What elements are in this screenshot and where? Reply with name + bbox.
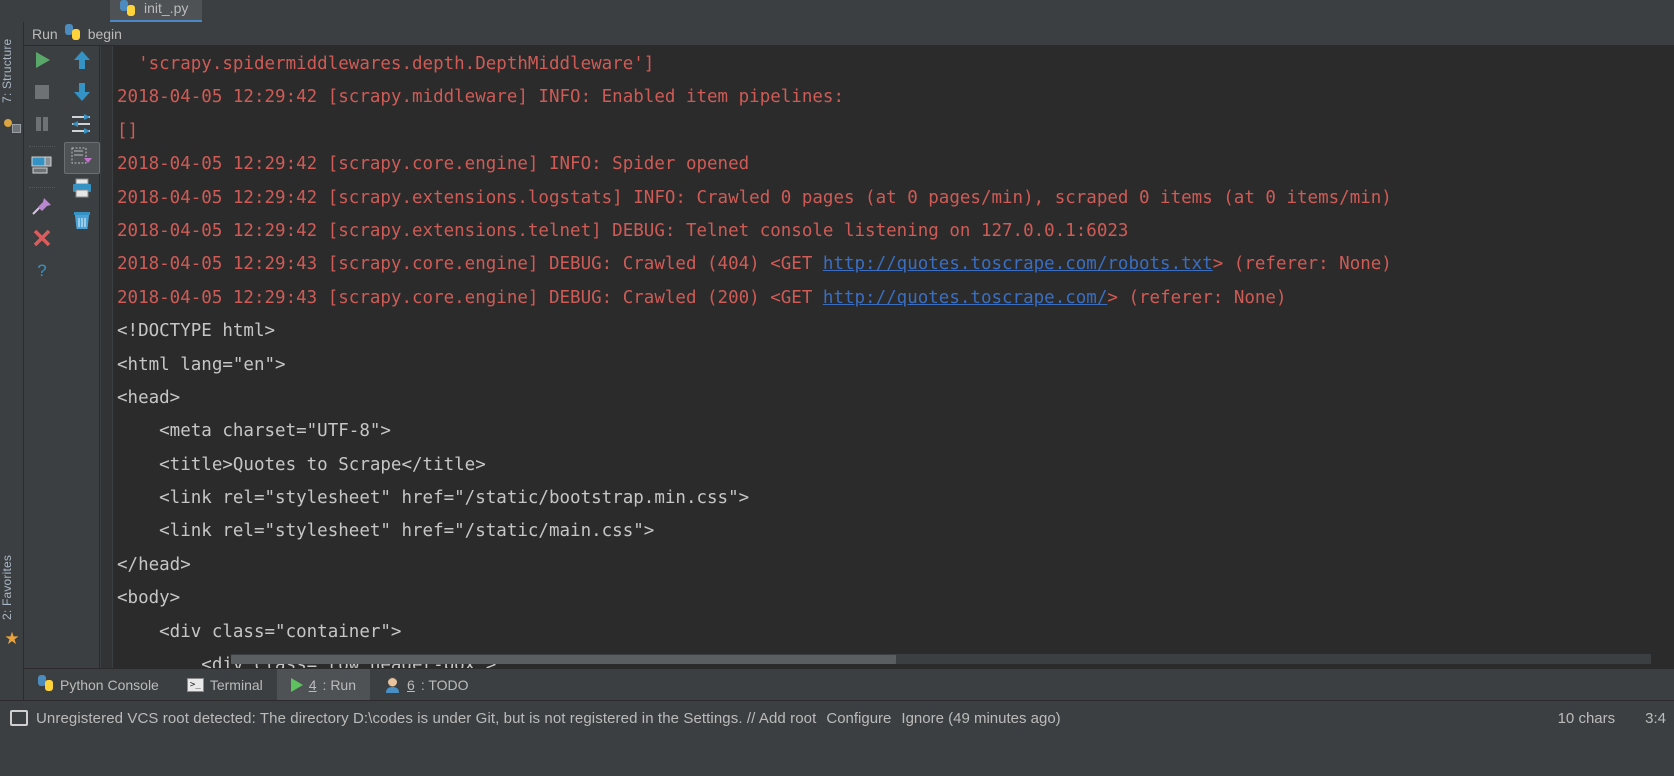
- up-stack-trace-button[interactable]: [64, 46, 100, 78]
- pin-icon: [31, 196, 53, 221]
- soft-wrap-button[interactable]: [64, 110, 100, 142]
- console-line: <link rel="stylesheet" href="/static/mai…: [117, 521, 655, 542]
- editor-tab-strip: init_.py: [0, 0, 1674, 22]
- python-run-config-icon: [64, 23, 81, 40]
- rerun-button[interactable]: [24, 46, 60, 78]
- console-line: 2018-04-05 12:29:42 [scrapy.extensions.l…: [117, 187, 1392, 208]
- pycharm-window: init_.py 7: Structure 2: Favorites ★ Run…: [0, 0, 1674, 776]
- structure-icon: [2, 117, 22, 135]
- tab-terminal[interactable]: >_ Terminal: [173, 669, 277, 700]
- console-line-text: > (referer: None): [1212, 254, 1392, 275]
- run-config-name: begin: [87, 25, 122, 42]
- tab-label: Terminal: [209, 676, 263, 693]
- console-url-link[interactable]: http://quotes.toscrape.com/robots.txt: [823, 254, 1213, 274]
- close-button[interactable]: [24, 224, 60, 256]
- editor-tab-init-py[interactable]: init_.py: [110, 0, 203, 22]
- pause-icon: [32, 114, 52, 139]
- down-stack-trace-button[interactable]: [64, 78, 100, 110]
- console-line-text: > (referer: None): [1107, 287, 1287, 308]
- star-icon: ★: [4, 629, 20, 648]
- console-line: 'scrapy.spidermiddlewares.depth.DepthMid…: [117, 54, 655, 74]
- soft-wrap-icon: [70, 113, 94, 140]
- tab-shortcut-number: 6: [407, 676, 415, 693]
- sidebar-item-favorites[interactable]: 2: Favorites: [0, 532, 24, 642]
- stop-button[interactable]: [24, 78, 60, 110]
- tab-run[interactable]: 4 : Run: [276, 669, 371, 700]
- console-line: []: [117, 120, 139, 141]
- console-line: 2018-04-05 12:29:43 [scrapy.core.engine]…: [117, 248, 1674, 281]
- svg-text:?: ?: [37, 261, 46, 280]
- status-link-configure[interactable]: Configure: [826, 710, 891, 727]
- green-play-icon: [32, 50, 52, 75]
- console-line: <meta charset="UTF-8">: [117, 421, 391, 442]
- console-line: </head>: [117, 554, 191, 575]
- toolbar-separator: [29, 187, 55, 188]
- console-line: <head>: [117, 387, 181, 408]
- console-output-text: 'scrapy.spidermiddlewares.depth.DepthMid…: [117, 48, 1674, 668]
- console-line: 2018-04-05 12:29:42 [scrapy.extensions.t…: [117, 220, 1129, 241]
- python-file-icon: [120, 0, 136, 16]
- close-x-icon: [31, 228, 53, 253]
- console-line: <link rel="stylesheet" href="/static/boo…: [117, 488, 750, 509]
- console-line-text: 2018-04-05 12:29:43 [scrapy.core.engine]…: [117, 254, 823, 275]
- python-console-icon: [38, 674, 54, 691]
- console-line: <body>: [117, 588, 181, 609]
- console-horizontal-scrollbar[interactable]: [231, 654, 1651, 664]
- console-line-text: 2018-04-05 12:29:43 [scrapy.core.engine]…: [117, 287, 823, 308]
- show-console-button[interactable]: [24, 151, 60, 183]
- status-link-ignore[interactable]: Ignore (49 minutes ago): [901, 710, 1060, 727]
- clear-all-button[interactable]: [64, 206, 100, 238]
- run-toolbar-secondary: [64, 46, 100, 676]
- pin-tab-button[interactable]: [24, 192, 60, 224]
- run-toolbar-primary: ?: [24, 46, 60, 676]
- console-line: <div class="container">: [117, 621, 402, 642]
- console-line: <title>Quotes to Scrape</title>: [117, 454, 486, 475]
- run-console[interactable]: 'scrapy.spidermiddlewares.depth.DepthMid…: [101, 46, 1674, 668]
- console-line: 2018-04-05 12:29:42 [scrapy.core.engine]…: [117, 154, 750, 175]
- printer-icon: [71, 178, 93, 203]
- toolbar-separator: [29, 146, 55, 147]
- tab-label: Python Console: [60, 676, 159, 693]
- terminal-icon: >_: [186, 677, 204, 692]
- status-bar: Unregistered VCS root detected: The dire…: [0, 700, 1674, 776]
- console-line: <!DOCTYPE html>: [117, 321, 276, 342]
- editor-tab-label: init_.py: [144, 0, 189, 16]
- console-line: 2018-04-05 12:29:42 [scrapy.middleware] …: [117, 87, 844, 108]
- scroll-to-end-icon: [71, 146, 93, 171]
- run-window-title: Run: [32, 25, 58, 42]
- stop-square-icon: [32, 82, 52, 107]
- green-play-icon: [290, 677, 303, 692]
- pause-button[interactable]: [24, 110, 60, 142]
- console-icon: [31, 155, 53, 180]
- scroll-to-end-button[interactable]: [64, 142, 100, 174]
- vcs-root-icon: [10, 710, 28, 726]
- status-caret-position[interactable]: 3:4: [1645, 710, 1666, 727]
- console-line: 2018-04-05 12:29:43 [scrapy.core.engine]…: [117, 282, 1674, 315]
- console-url-link[interactable]: http://quotes.toscrape.com/: [823, 288, 1107, 308]
- tab-label: : TODO: [420, 676, 469, 693]
- scrollbar-thumb[interactable]: [231, 655, 896, 664]
- tab-todo[interactable]: 6 : TODO: [370, 669, 483, 700]
- tab-shortcut-number: 4: [308, 676, 317, 693]
- run-tool-window-header: Run begin: [24, 22, 1674, 46]
- bottom-tool-window-tabs: Python Console >_ Terminal 4 : Run 6 : T…: [24, 668, 1674, 700]
- left-tool-rail: 7: Structure 2: Favorites ★: [0, 22, 24, 776]
- console-gutter: [101, 46, 113, 668]
- print-button[interactable]: [64, 174, 100, 206]
- console-line: <html lang="en">: [117, 354, 286, 375]
- status-char-count: 10 chars: [1557, 709, 1616, 727]
- arrow-up-icon: [72, 49, 92, 76]
- sidebar-item-structure[interactable]: 7: Structure: [0, 26, 24, 116]
- tab-label: : Run: [322, 676, 357, 693]
- tab-python-console[interactable]: Python Console: [24, 669, 173, 700]
- question-mark-icon: ?: [32, 260, 52, 285]
- help-button[interactable]: ?: [24, 256, 60, 288]
- arrow-down-icon: [72, 81, 92, 108]
- trash-icon: [71, 209, 93, 236]
- status-message: Unregistered VCS root detected: The dire…: [36, 709, 817, 727]
- todo-person-icon: [384, 676, 401, 693]
